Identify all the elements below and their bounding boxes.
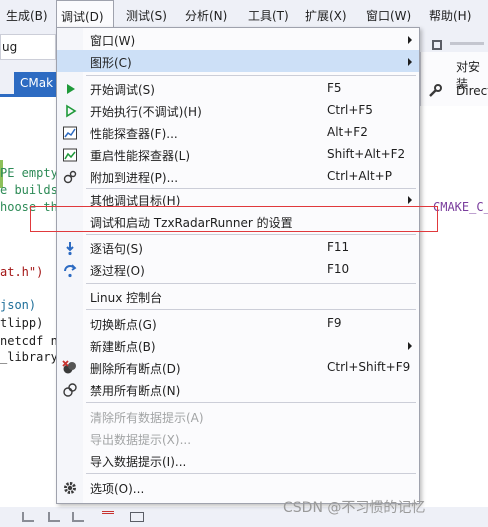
wrench-icon xyxy=(428,84,442,98)
menu-help[interactable]: 帮助(H) xyxy=(429,0,471,32)
menu-item-label: 切换断点(G) xyxy=(90,318,157,332)
play-outline-icon xyxy=(62,103,78,119)
menu-item-label: 开始调试(S) xyxy=(90,83,155,97)
annotation-highlight-box xyxy=(30,206,438,232)
play-green-icon xyxy=(62,81,78,97)
delete-breakpoints-icon xyxy=(62,360,78,376)
configuration-value: ug xyxy=(2,40,18,54)
menu-separator xyxy=(86,283,416,284)
menu-item-label: Linux 控制台 xyxy=(90,291,163,305)
tab-cmake[interactable]: CMak xyxy=(14,72,58,94)
disable-breakpoints-icon xyxy=(62,382,78,398)
menu-separator xyxy=(86,402,416,403)
submenu-arrow-icon xyxy=(408,58,412,66)
menu-item-shortcut: Ctrl+F5 xyxy=(327,103,373,117)
menu-item-label: 逐过程(O) xyxy=(90,264,145,278)
menu-item-shortcut: F10 xyxy=(327,262,350,276)
menu-item-label: 导出数据提示(X)... xyxy=(90,433,192,447)
menu-item-label: 窗口(W) xyxy=(90,34,136,48)
menu-item-label: 附加到进程(P)... xyxy=(90,171,179,185)
submenu-arrow-icon xyxy=(408,196,412,204)
code-line: tlipp) xyxy=(0,316,44,330)
menu-item-shortcut: Ctrl+Shift+F9 xyxy=(327,360,411,374)
list-icon[interactable] xyxy=(102,511,114,523)
format-icon[interactable] xyxy=(130,512,144,522)
relaunch-profiler-icon xyxy=(62,147,78,163)
outdent-icon[interactable] xyxy=(48,512,60,522)
menu-separator xyxy=(86,234,416,235)
indent-icon[interactable] xyxy=(22,512,34,522)
menu-separator xyxy=(86,473,416,474)
menu-build[interactable]: 生成(B) xyxy=(6,0,48,32)
step-into-icon xyxy=(62,240,78,256)
submenu-arrow-icon xyxy=(408,36,412,44)
menu-item-shortcut: F5 xyxy=(327,81,342,95)
menu-separator xyxy=(86,75,416,76)
toolbar-icon[interactable] xyxy=(432,40,442,50)
code-line-right: CMAKE_C_ xyxy=(433,200,488,214)
submenu-item[interactable]: Direct xyxy=(456,84,488,98)
menu-item-label: 逐语句(S) xyxy=(90,242,143,256)
menu-item-shortcut: F9 xyxy=(327,316,342,330)
menu-item-shortcut: F11 xyxy=(327,240,350,254)
menu-item-label: 新建断点(B) xyxy=(90,340,156,354)
menu-item-label: 开始执行(不调试)(H) xyxy=(90,105,202,119)
attach-process-icon xyxy=(62,169,78,185)
submenu-arrow-icon xyxy=(408,342,412,350)
menu-item-shortcut: Ctrl+Alt+P xyxy=(327,169,392,183)
code-line: json) xyxy=(0,298,37,312)
performance-profiler-icon xyxy=(62,125,78,141)
menu-item-shortcut: Shift+Alt+F2 xyxy=(327,147,406,161)
code-line: netcdf n xyxy=(0,334,58,348)
menu-item-label: 图形(C) xyxy=(90,56,132,70)
toolbar-strip xyxy=(450,42,484,45)
menu-item-label: 性能探查器(F)... xyxy=(90,127,178,141)
menu-separator xyxy=(86,309,416,310)
menu-item-label: 删除所有断点(D) xyxy=(90,362,181,376)
code-line: at.h") xyxy=(0,265,44,279)
menu-item-shortcut: Alt+F2 xyxy=(327,125,368,139)
align-icon[interactable] xyxy=(72,512,84,522)
gear-icon xyxy=(62,480,78,496)
menu-item-label: 清除所有数据提示(A) xyxy=(90,411,204,425)
watermark: CSDN @不习惯的记忆 xyxy=(283,500,426,516)
menu-item-label: 重启性能探查器(L) xyxy=(90,149,191,163)
step-over-icon xyxy=(62,262,78,278)
menu-item-label: 导入数据提示(I)... xyxy=(90,455,187,469)
menu-item-label: 选项(O)... xyxy=(90,482,145,496)
menu-item-label: 禁用所有断点(N) xyxy=(90,384,181,398)
